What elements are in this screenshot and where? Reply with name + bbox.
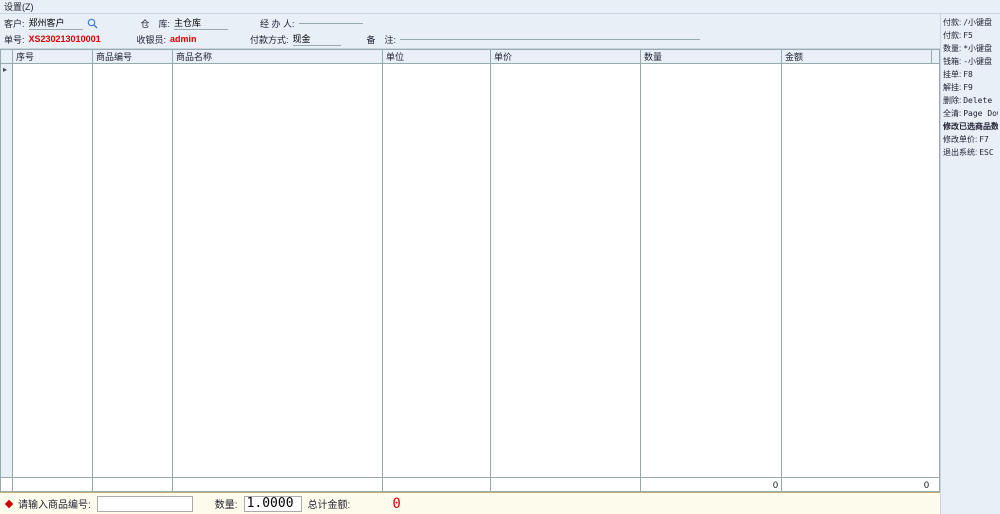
cashier-label: 收银员:: [137, 33, 167, 46]
hotkey-row: 付款:F5: [943, 29, 998, 41]
table-header: 序号 商品编号 商品名称 单位 单价 数量 金额: [1, 50, 939, 64]
hotkey-key: F9: [963, 83, 998, 92]
menu-bar: 设置(Z): [0, 0, 1000, 14]
hotkey-row: 解挂:F9: [943, 81, 998, 93]
footer-qty-total: 0: [641, 478, 782, 491]
hotkey-key: Delete: [963, 96, 998, 105]
hotkey-row: 修改已选商品数量:F4: [943, 120, 998, 132]
hotkey-row: 钱箱:-小键盘: [943, 55, 998, 67]
hotkey-key: /小键盘: [963, 17, 998, 28]
warehouse-label: 仓 库:: [141, 17, 171, 30]
hotkey-key: *小键盘: [963, 43, 998, 54]
rowmark-header: [1, 50, 13, 63]
hotkey-key: F5: [963, 31, 998, 40]
total-label: 总计金额:: [308, 496, 351, 511]
items-table: 序号 商品编号 商品名称 单位 单价 数量 金额: [0, 49, 940, 492]
hotkey-label: 全清:: [943, 108, 961, 119]
body-row: 客户: 郑州客户 仓 库: 主仓库 经 办 人: 单号: XS230213010…: [0, 14, 1000, 514]
col-amount[interactable]: 金额: [782, 50, 932, 63]
paytype-label: 付款方式:: [250, 33, 289, 46]
app-root: 设置(Z) 客户: 郑州客户 仓 库: 主仓库 经 办 人:: [0, 0, 1000, 514]
hotkey-row: 全清:Page Down: [943, 107, 998, 119]
operator-label: 经 办 人:: [260, 17, 295, 30]
hotkey-label: 钱箱:: [943, 56, 961, 67]
hotkey-sidebar: 付款:/小键盘付款:F5数量:*小键盘钱箱:-小键盘挂单:F8解挂:F9删除:D…: [941, 14, 1000, 514]
diamond-icon: [5, 499, 13, 507]
hotkey-label: 付款:: [943, 30, 961, 41]
paytype-value[interactable]: 现金: [293, 32, 341, 46]
hotkey-row: 删除:Delete: [943, 94, 998, 106]
col-unit[interactable]: 单位: [383, 50, 491, 63]
hotkey-key: Page Down: [963, 109, 998, 118]
hotkey-key: ESC: [979, 148, 998, 157]
hotkey-label: 付款:: [943, 17, 961, 28]
bottom-bar: 请输入商品编号: 数量: 总计金额: 0: [0, 492, 940, 514]
total-value: 0: [392, 496, 400, 512]
orderno-value: XS230213010001: [29, 34, 109, 44]
qty-input[interactable]: [244, 496, 302, 512]
orderno-label: 单号:: [4, 33, 25, 46]
search-icon[interactable]: [87, 17, 99, 29]
col-price[interactable]: 单价: [491, 50, 641, 63]
hotkey-key: F7: [979, 135, 998, 144]
remark-label: 备 注:: [367, 33, 397, 46]
hotkey-key: F8: [963, 70, 998, 79]
table-footer: 0 0: [1, 477, 939, 491]
hotkey-key: -小键盘: [963, 56, 998, 67]
rowmark-gutter: [1, 64, 13, 477]
qty-label: 数量:: [215, 496, 238, 511]
hotkey-row: 挂单:F8: [943, 68, 998, 80]
col-seq[interactable]: 序号: [13, 50, 93, 63]
hotkey-label: 数量:: [943, 43, 961, 54]
hotkey-label: 修改已选商品数量:: [943, 121, 998, 132]
col-qty[interactable]: 数量: [641, 50, 782, 63]
col-code[interactable]: 商品编号: [93, 50, 173, 63]
hotkey-row: 退出系统:ESC: [943, 146, 998, 158]
customer-value[interactable]: 郑州客户: [29, 16, 83, 30]
hotkey-label: 挂单:: [943, 69, 961, 80]
table-body[interactable]: [1, 64, 939, 477]
warehouse-value[interactable]: 主仓库: [174, 16, 228, 30]
menu-settings[interactable]: 设置(Z): [4, 0, 34, 13]
remark-value[interactable]: [400, 39, 700, 40]
col-name[interactable]: 商品名称: [173, 50, 383, 63]
cashier-value: admin: [170, 34, 224, 44]
main-column: 客户: 郑州客户 仓 库: 主仓库 经 办 人: 单号: XS230213010…: [0, 14, 941, 514]
footer-amount-total: 0: [782, 478, 932, 491]
header-form: 客户: 郑州客户 仓 库: 主仓库 经 办 人: 单号: XS230213010…: [0, 14, 940, 49]
hotkey-row: 修改单价:F7: [943, 133, 998, 145]
operator-value[interactable]: [299, 23, 363, 24]
table-grid: [13, 64, 939, 477]
barcode-input[interactable]: [97, 496, 193, 512]
hotkey-label: 退出系统:: [943, 147, 977, 158]
hotkey-row: 数量:*小键盘: [943, 42, 998, 54]
barcode-prompt: 请输入商品编号:: [18, 496, 91, 511]
customer-label: 客户:: [4, 17, 25, 30]
hotkey-label: 修改单价:: [943, 134, 977, 145]
hotkey-label: 解挂:: [943, 82, 961, 93]
hotkey-label: 删除:: [943, 95, 961, 106]
hotkey-row: 付款:/小键盘: [943, 16, 998, 28]
